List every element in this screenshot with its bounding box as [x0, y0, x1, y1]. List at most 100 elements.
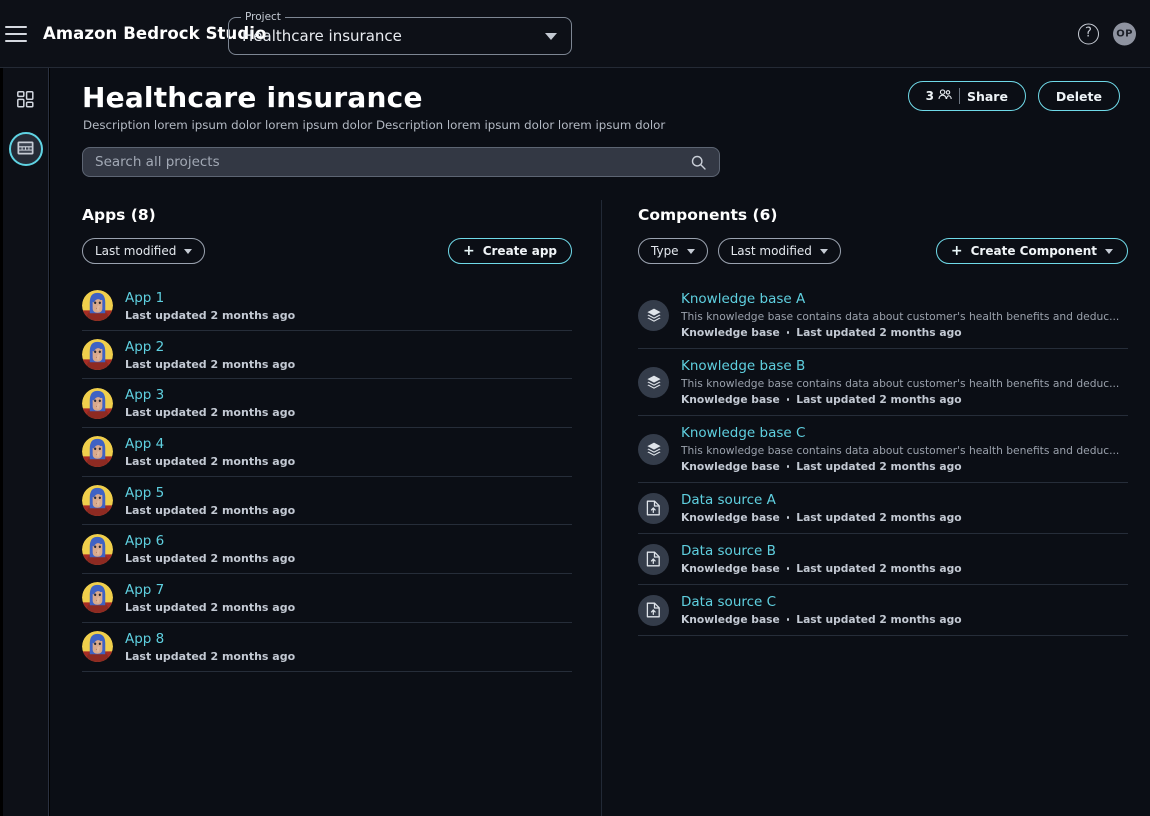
components-type-dropdown[interactable]: Type	[638, 238, 708, 264]
app-text-group: App 6 Last updated 2 months ago	[125, 533, 295, 565]
app-avatar	[82, 339, 113, 370]
app-name-link[interactable]: App 4	[125, 436, 295, 452]
app-list-item[interactable]: App 6 Last updated 2 months ago	[82, 525, 572, 574]
project-selector[interactable]: Project Healthcare insurance	[228, 17, 572, 55]
file-upload-icon	[638, 493, 669, 524]
app-name-link[interactable]: App 1	[125, 290, 295, 306]
app-updated-text: Last updated 2 months ago	[125, 406, 295, 419]
user-avatar[interactable]: OP	[1113, 22, 1136, 45]
chevron-down-icon	[820, 249, 828, 254]
create-component-button[interactable]: + Create Component	[936, 238, 1128, 264]
app-updated-text: Last updated 2 months ago	[125, 552, 295, 565]
create-app-button[interactable]: + Create app	[448, 238, 572, 264]
app-list-item[interactable]: App 5Last updated 2 months ago	[82, 477, 572, 526]
share-button-label: Share	[967, 89, 1008, 104]
components-type-label: Type	[651, 244, 679, 258]
plus-icon: +	[951, 245, 963, 257]
app-text-group: App 4 Last updated 2 months ago	[125, 436, 295, 468]
component-list-item[interactable]: Data source A Knowledge baseLast updated …	[638, 483, 1128, 534]
meta-separator-dot	[787, 331, 790, 334]
components-section-title: Components (6)	[638, 206, 1128, 224]
component-meta: Knowledge baseLast updated 2 months ago	[681, 460, 1119, 473]
plus-icon: +	[463, 245, 475, 257]
page-header-actions: 3 Share Delete	[908, 81, 1120, 111]
component-updated-text: Last updated 2 months ago	[796, 511, 961, 524]
app-list-item[interactable]: App 4 Last updated 2 months ago	[82, 428, 572, 477]
search-bar[interactable]	[82, 147, 720, 177]
rail-item-project[interactable]	[9, 132, 43, 166]
app-text-group: App 8Last updated 2 months ago	[125, 631, 295, 663]
component-list-item[interactable]: Data source C Knowledge baseLast updated …	[638, 585, 1128, 636]
component-name-link[interactable]: Knowledge base A	[681, 291, 1119, 307]
share-count: 3	[926, 89, 934, 103]
app-list-item[interactable]: App 3 Last updated 2 months ago	[82, 379, 572, 428]
delete-button[interactable]: Delete	[1038, 81, 1120, 111]
component-text-group: Data source BKnowledge baseLast updated …	[681, 543, 962, 575]
app-list-item[interactable]: App 1 Last updated 2 months ago	[82, 282, 572, 331]
component-type: Knowledge base	[681, 460, 780, 473]
avatar-illustration	[82, 388, 113, 419]
app-text-group: App 5Last updated 2 months ago	[125, 485, 295, 517]
component-list-item[interactable]: Knowledge base AThis knowledge base cont…	[638, 282, 1128, 349]
app-text-group: App 3 Last updated 2 months ago	[125, 387, 295, 419]
component-list-item[interactable]: Knowledge base B This knowledge base cont…	[638, 349, 1128, 416]
file-upload-icon	[638, 595, 669, 626]
component-meta: Knowledge baseLast updated 2 months ago	[681, 613, 962, 626]
app-avatar	[82, 436, 113, 467]
rail-item-dashboard[interactable]	[9, 84, 43, 118]
app-updated-text: Last updated 2 months ago	[125, 309, 295, 322]
component-name-link[interactable]: Data source B	[681, 543, 962, 559]
help-icon[interactable]: ?	[1078, 23, 1099, 44]
component-text-group: Data source A Knowledge baseLast updated …	[681, 492, 962, 524]
grid-dashboard-icon	[17, 91, 34, 112]
app-name-link[interactable]: App 5	[125, 485, 295, 501]
component-meta: Knowledge baseLast updated 2 months ago	[681, 393, 1119, 406]
apps-sort-label: Last modified	[95, 244, 176, 258]
chevron-down-icon	[184, 249, 192, 254]
app-name-link[interactable]: App 2	[125, 339, 295, 355]
app-name-link[interactable]: App 3	[125, 387, 295, 403]
app-avatar	[82, 582, 113, 613]
meta-separator-dot	[787, 398, 790, 401]
layers-icon	[638, 434, 669, 465]
component-type: Knowledge base	[681, 613, 780, 626]
app-updated-text: Last updated 2 months ago	[125, 455, 295, 468]
app-avatar	[82, 534, 113, 565]
component-name-link[interactable]: Data source C	[681, 594, 962, 610]
share-button[interactable]: 3 Share	[908, 81, 1026, 111]
app-updated-text: Last updated 2 months ago	[125, 601, 295, 614]
component-list-item[interactable]: Data source BKnowledge baseLast updated …	[638, 534, 1128, 585]
component-name-link[interactable]: Knowledge base C	[681, 425, 1119, 441]
app-avatar	[82, 485, 113, 516]
app-list-item[interactable]: App 7 Last updated 2 months ago	[82, 574, 572, 623]
app-text-group: App 7 Last updated 2 months ago	[125, 582, 295, 614]
component-updated-text: Last updated 2 months ago	[796, 393, 961, 406]
avatar-illustration	[82, 485, 113, 516]
search-input[interactable]	[83, 154, 691, 170]
search-icon[interactable]	[691, 155, 706, 170]
app-avatar	[82, 388, 113, 419]
create-component-label: Create Component	[971, 244, 1097, 258]
component-name-link[interactable]: Data source A	[681, 492, 962, 508]
components-sort-dropdown[interactable]: Last modified	[718, 238, 841, 264]
components-toolbar: Type Last modified + Create Component	[638, 238, 1128, 264]
app-updated-text: Last updated 2 months ago	[125, 358, 295, 371]
component-meta: Knowledge baseLast updated 2 months ago	[681, 511, 962, 524]
component-list-item[interactable]: Knowledge base C This knowledge base cont…	[638, 416, 1128, 483]
app-name-link[interactable]: App 7	[125, 582, 295, 598]
layers-icon	[638, 300, 669, 331]
apps-column: Apps (8) Last modified + Create app App …	[82, 206, 572, 672]
meta-separator-dot	[787, 516, 790, 519]
component-text-group: Knowledge base AThis knowledge base cont…	[681, 291, 1119, 339]
component-description: This knowledge base contains data about …	[681, 377, 1119, 390]
component-description: This knowledge base contains data about …	[681, 444, 1119, 457]
app-avatar	[82, 631, 113, 662]
component-name-link[interactable]: Knowledge base B	[681, 358, 1119, 374]
apps-section-title: Apps (8)	[82, 206, 572, 224]
app-name-link[interactable]: App 8	[125, 631, 295, 647]
app-list-item[interactable]: App 2 Last updated 2 months ago	[82, 331, 572, 380]
apps-sort-dropdown[interactable]: Last modified	[82, 238, 205, 264]
app-name-link[interactable]: App 6	[125, 533, 295, 549]
app-list-item[interactable]: App 8Last updated 2 months ago	[82, 623, 572, 672]
hamburger-menu-icon[interactable]	[5, 26, 27, 42]
